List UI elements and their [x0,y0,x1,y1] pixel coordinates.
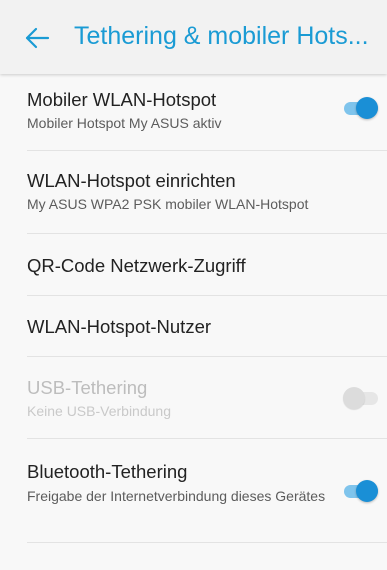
usb-tethering-toggle [343,387,378,409]
setting-title: QR-Code Netzwerk-Zugriff [27,255,246,276]
setting-title: WLAN-Hotspot einrichten [27,170,236,191]
setting-title: Mobiler WLAN-Hotspot [27,89,217,110]
setting-bluetooth-tethering[interactable]: Bluetooth-Tethering Freigabe der Interne… [0,439,387,542]
setting-subtitle: Mobiler Hotspot My ASUS aktiv [27,115,222,131]
setting-mobile-hotspot[interactable]: Mobiler WLAN-Hotspot Mobiler Hotspot My … [0,74,387,150]
setting-hotspot-users[interactable]: WLAN-Hotspot-Nutzer [0,296,387,356]
setting-title: USB-Tethering [27,377,148,398]
setting-title: WLAN-Hotspot-Nutzer [27,316,212,337]
setting-subtitle: My ASUS WPA2 PSK mobiler WLAN-Hotspot [27,196,309,212]
setting-qr-code[interactable]: QR-Code Netzwerk-Zugriff [0,234,387,295]
divider [27,542,387,543]
setting-title: Bluetooth-Tethering [27,461,188,482]
setting-hotspot-setup[interactable]: WLAN-Hotspot einrichten My ASUS WPA2 PSK… [0,151,387,233]
toggle-thumb [356,97,378,119]
setting-subtitle: Keine USB-Verbindung [27,403,171,419]
arrow-left-icon[interactable] [24,25,50,51]
bluetooth-tethering-toggle[interactable] [344,480,378,502]
mobile-hotspot-toggle[interactable] [344,97,378,119]
toggle-thumb [343,387,365,409]
setting-subtitle: Freigabe der Internetverbindung dieses G… [27,488,326,504]
app-bar: Tethering & mobiler Hots... [0,0,387,74]
page-title: Tethering & mobiler Hots... [74,22,369,50]
toggle-thumb [356,480,378,502]
setting-usb-tethering: USB-Tethering Keine USB-Verbindung [0,357,387,438]
